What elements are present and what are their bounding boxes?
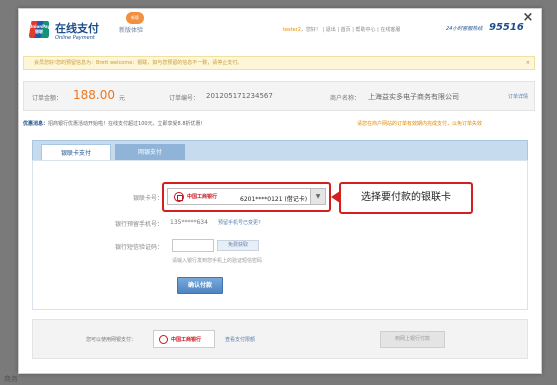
sms-label: 银行短信验证码：: [114, 244, 163, 251]
beta-link[interactable]: 新版体验: [119, 25, 143, 34]
sms-hint: 请输入银行发到您手机上的验证短信密码: [172, 258, 263, 264]
promo-message: 优惠消息：招商银行优惠活动开始啦！在线支付超过100元，立即享受8.8折优惠！ …: [23, 120, 535, 132]
sms-code-input[interactable]: [172, 239, 214, 252]
tab-unionpay-card[interactable]: 银联卡支付: [41, 144, 111, 161]
username: tester2: [283, 27, 301, 33]
icbc-emblem-icon: [159, 335, 168, 344]
order-number: 201205171234567: [206, 92, 273, 100]
brand-subtitle: Online Payment: [55, 35, 95, 41]
merchant-name: 上海益实多电子商务有限公司: [368, 93, 459, 101]
confirm-payment-button[interactable]: 确认付款: [177, 277, 223, 294]
payment-limit-link[interactable]: 查看支付限额: [225, 336, 255, 343]
card-payment-panel: 银联卡号： 中国工商银行 6201****0121 (借记卡) ▼ 选择要付款的…: [32, 160, 528, 310]
header: UnionPay 银联 在线支付 Online Payment 新版体验 新版 …: [19, 9, 541, 49]
online-banking-button[interactable]: 到网上银行付款: [380, 331, 445, 348]
amount-label: 订单金额：: [32, 95, 63, 102]
phone-label: 银行预留手机号：: [114, 221, 163, 228]
get-sms-code-button[interactable]: 免费获取: [217, 240, 259, 251]
promo-prefix: 优惠消息：: [23, 121, 49, 127]
promo-right-text: 请您在商户网站的订单有效期内完成支付，以免订单失效: [357, 121, 483, 127]
hotline-label: 24小时客服热线: [446, 26, 483, 32]
beta-badge: 新版: [126, 12, 144, 24]
reserved-info-notice: 会员您好!您的预留信息为：Brett welcome：银联，如与您预留的信息不一…: [23, 56, 535, 70]
notice-text: 会员您好!您的预留信息为：Brett welcome：银联，如与您预留的信息不一…: [34, 60, 243, 66]
brand-title: 在线支付: [55, 22, 99, 35]
top-links: tester2，您好！ | 退出 | 首页 | 帮助中心 | 在线客服: [283, 26, 400, 33]
icbc-bank-name: 中国工商银行: [171, 337, 202, 343]
currency: 元: [119, 95, 126, 102]
tab-online-banking[interactable]: 网银支付: [115, 144, 185, 161]
payment-tabs: 银联卡支付 网银支付: [32, 140, 528, 161]
order-summary: 订单金额： 188.00 元 订单编号： 201205171234567 商户名…: [23, 81, 535, 111]
callout-annotation: 选择要付款的银联卡: [339, 182, 473, 214]
promo-text: 招商银行优惠活动开始啦！在线支付超过100元，立即享受8.8折优惠！: [48, 121, 206, 127]
top-nav-links[interactable]: ，您好！ | 退出 | 首页 | 帮助中心 | 在线客服: [301, 27, 400, 33]
payment-dialog: × UnionPay 银联 在线支付 Online Payment 新版体验 新…: [18, 8, 542, 374]
phone-changed-link[interactable]: 预留手机号已变更?: [218, 219, 261, 226]
unionpay-logo: UnionPay 银联: [29, 21, 49, 38]
phone-value: 135*****634: [170, 219, 208, 226]
notice-close-icon[interactable]: ×: [526, 57, 530, 69]
other-payment-label: 您可以使用网银支付：: [86, 337, 137, 343]
order-details-link[interactable]: 订单详情: [508, 93, 528, 100]
background-text: 商务: [4, 375, 18, 383]
card-select-highlight: [162, 182, 331, 212]
icbc-bank-logo[interactable]: 中国工商银行: [153, 330, 215, 348]
order-no-label: 订单编号：: [169, 95, 200, 102]
other-payment-bar: 您可以使用网银支付： 中国工商银行 查看支付限额 到网上银行付款: [32, 319, 528, 359]
card-number-label: 银联卡号：: [132, 195, 163, 202]
merchant-label: 商户名称：: [330, 95, 361, 102]
order-amount: 188.00: [73, 88, 115, 102]
hotline-number: 95516: [489, 22, 524, 33]
